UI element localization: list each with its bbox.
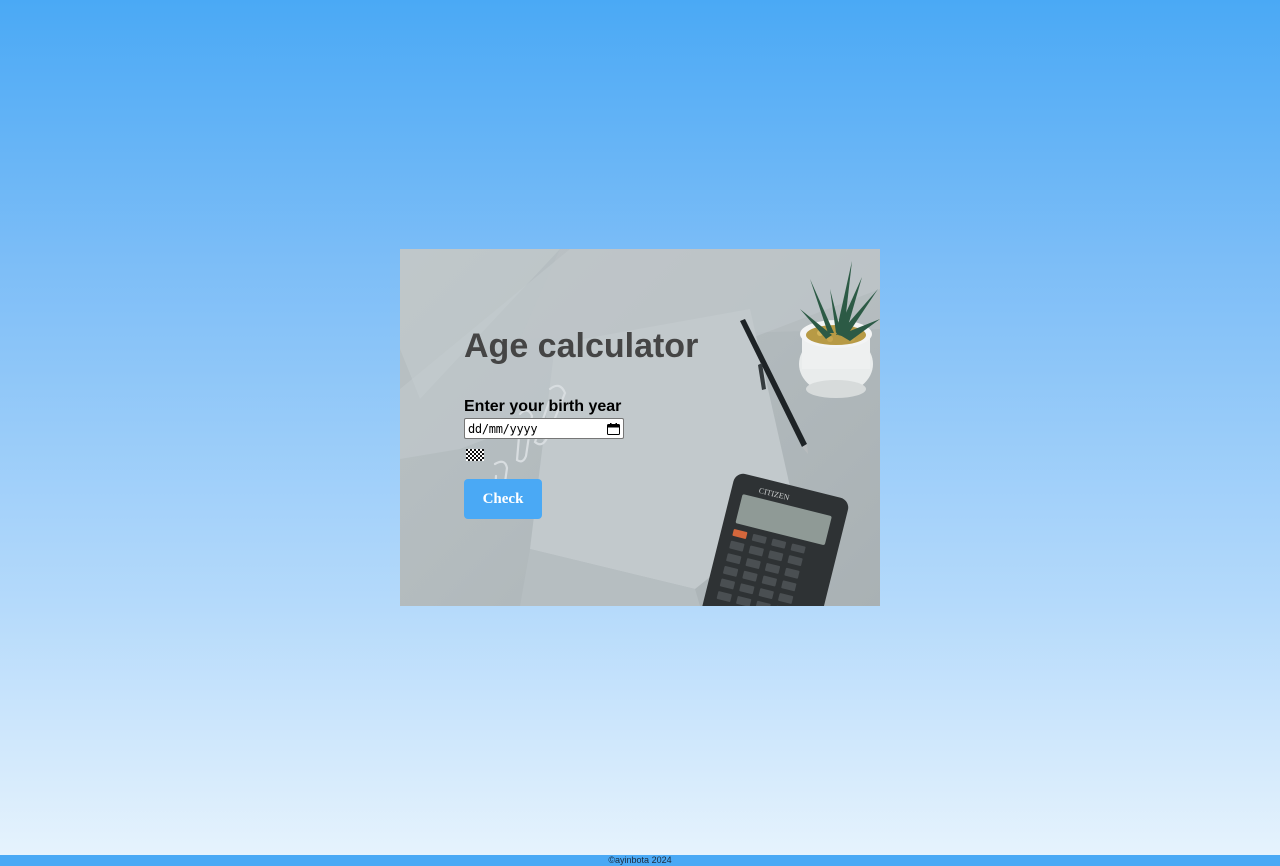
age-calculator-card: CITIZEN Age calculator Enter your birth … — [400, 249, 880, 606]
page-title: Age calculator — [464, 327, 699, 365]
birth-year-label: Enter your birth year — [464, 398, 622, 415]
birth-date-input[interactable]: dd/mm/yyyy — [464, 418, 624, 439]
footer-copyright: ©ayinbota 2024 — [0, 855, 1280, 866]
check-button[interactable]: Check — [464, 479, 542, 519]
calendar-icon[interactable] — [607, 422, 620, 435]
age-form: Age calculator Enter your birth year dd/… — [464, 329, 764, 519]
broken-image-icon — [466, 449, 484, 461]
date-input-placeholder: dd/mm/yyyy — [468, 421, 538, 436]
